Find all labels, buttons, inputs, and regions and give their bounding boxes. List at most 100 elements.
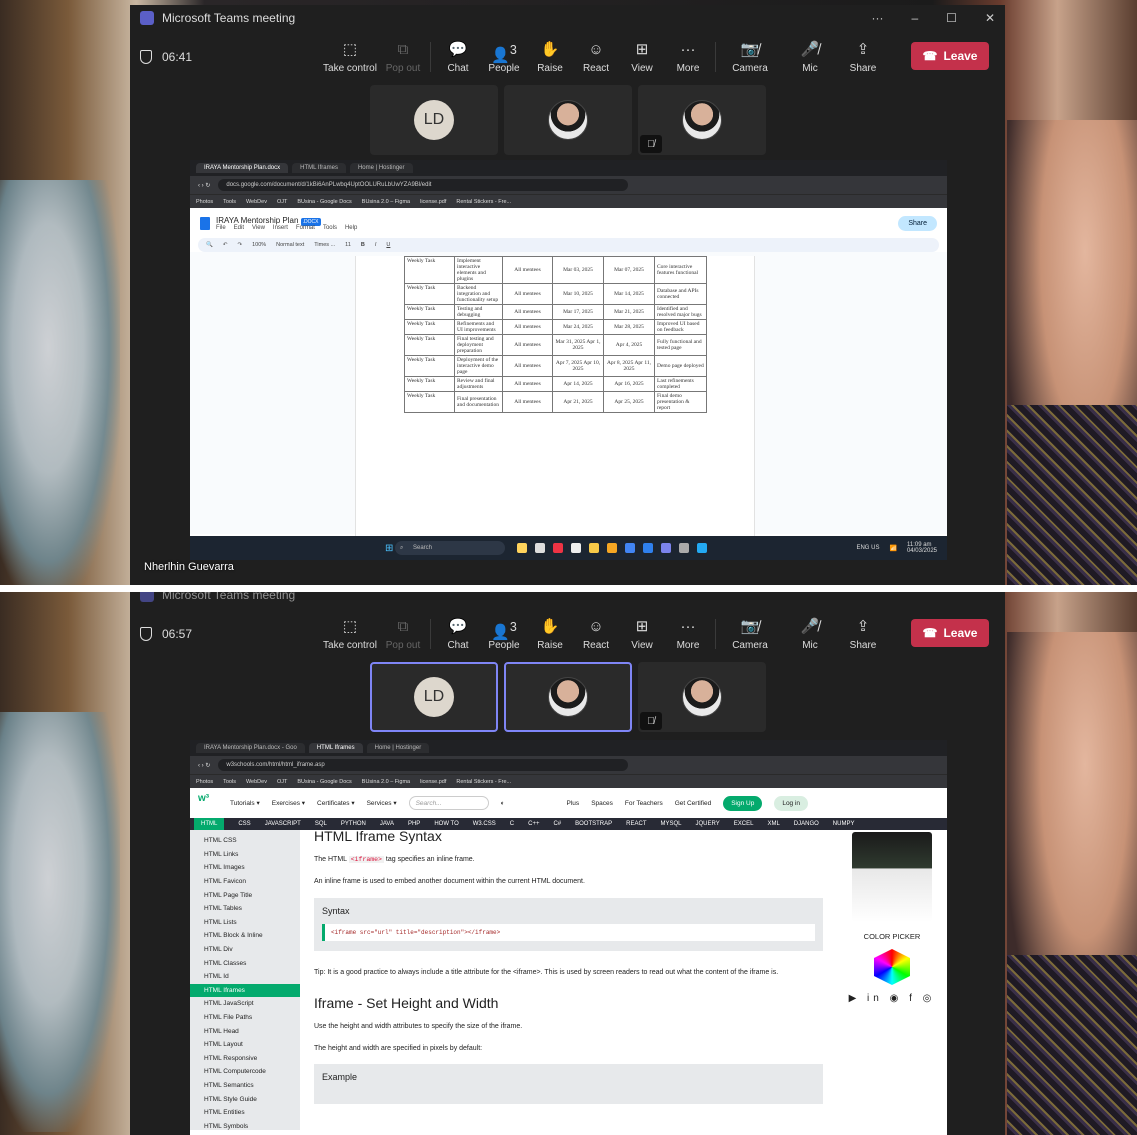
bookmark[interactable]: Tools — [223, 199, 236, 205]
table-cell[interactable]: Weekly Task — [404, 283, 455, 305]
table-cell[interactable]: Core interactive features functional — [654, 256, 707, 284]
url-bar[interactable]: docs.google.com/document/d/1kBi6AnPLwbq4… — [218, 179, 629, 191]
language-tab[interactable]: C++ — [528, 821, 539, 827]
table-cell[interactable]: Implement interactive elements and plugi… — [454, 256, 503, 284]
color-picker-icon[interactable] — [874, 949, 910, 985]
camera-button[interactable]: 📷̸ Camera — [720, 41, 780, 74]
app-icon[interactable] — [607, 543, 617, 553]
chat-button[interactable]: 💬 Chat — [435, 618, 481, 651]
table-cell[interactable]: Final demo presentation & report — [654, 391, 707, 413]
table-cell[interactable]: Weekly Task — [404, 334, 455, 356]
topnav-item[interactable]: Services ▾ — [367, 799, 397, 807]
sidebar-item[interactable]: HTML Block & Inline — [190, 929, 300, 943]
sign-up-button[interactable]: Sign Up — [723, 795, 763, 811]
table-cell[interactable]: Mar 07, 2025 — [603, 256, 655, 284]
table-cell[interactable]: Apr 14, 2025 — [552, 376, 604, 392]
topnav-item[interactable]: Tutorials ▾ — [230, 799, 260, 807]
menu-item[interactable]: Help — [345, 225, 357, 231]
table-cell[interactable]: Weekly Task — [404, 319, 455, 335]
menu-item[interactable]: Tools — [323, 225, 337, 231]
table-cell[interactable]: Weekly Task — [404, 256, 455, 284]
redo-icon[interactable]: ↷ — [237, 242, 242, 248]
browser-tab[interactable]: Home | Hostinger — [349, 163, 413, 173]
participant-tile-2[interactable] — [504, 85, 632, 155]
language-tab[interactable]: PYTHON — [341, 821, 366, 827]
participant-tile-3[interactable]: 🎙̸ — [638, 85, 766, 155]
bookmark[interactable]: Rental Stickers - Fre... — [456, 779, 511, 785]
language-tab[interactable]: REACT — [626, 821, 646, 827]
language-tab[interactable]: BOOTSTRAP — [575, 821, 612, 827]
table-cell[interactable]: Final presentation and documentation — [454, 391, 503, 413]
w3-search-input[interactable]: Search... — [408, 796, 489, 810]
table-cell[interactable]: Improved UI based on feedback — [654, 319, 707, 335]
url-bar[interactable]: w3schools.com/html/html_iframe.asp — [218, 759, 629, 771]
table-cell[interactable]: Mar 10, 2025 — [552, 283, 604, 305]
sidebar-item[interactable]: HTML Head — [190, 1024, 300, 1038]
font-select[interactable]: Times ... — [314, 242, 335, 248]
nav-arrows-icon[interactable]: ‹ › ↻ — [198, 762, 210, 769]
table-cell[interactable]: Apr 21, 2025 — [552, 391, 604, 413]
sidebar-item[interactable]: HTML Tables — [190, 902, 300, 916]
language-tab[interactable]: NUMPY — [833, 821, 855, 827]
teachers-link[interactable]: For Teachers — [625, 800, 663, 807]
more-options-button[interactable]: ··· — [871, 11, 883, 25]
log-in-button[interactable]: Log in — [774, 795, 809, 811]
topnav-item[interactable]: Certificates ▾ — [317, 799, 355, 807]
camera-button[interactable]: 📷̸ Camera — [720, 618, 780, 651]
react-button[interactable]: ☺ React — [573, 41, 619, 74]
table-cell[interactable]: All mentees — [502, 391, 553, 413]
table-cell[interactable]: Fully functional and tested page — [654, 334, 707, 356]
browser-tab[interactable]: HTML Iframes — [308, 743, 363, 753]
react-button[interactable]: ☺ React — [573, 618, 619, 651]
sidebar-item[interactable]: HTML Symbols — [190, 1119, 300, 1133]
app-icon[interactable] — [571, 543, 581, 553]
app-icon[interactable] — [517, 543, 527, 553]
bookmark[interactable]: WebDev — [246, 199, 267, 205]
sidebar-item[interactable]: HTML Layout — [190, 1038, 300, 1052]
bookmark[interactable]: BUsina 2.0 – Figma — [362, 779, 410, 785]
table-cell[interactable]: All mentees — [502, 355, 553, 377]
nav-arrows-icon[interactable]: ‹ › ↻ — [198, 182, 210, 189]
table-cell[interactable]: Mar 21, 2025 — [603, 304, 655, 320]
maximize-button[interactable]: ☐ — [946, 11, 957, 25]
table-cell[interactable]: Weekly Task — [404, 391, 455, 413]
bookmark[interactable]: BUsina - Google Docs — [297, 199, 351, 205]
sidebar-item[interactable]: HTML Div — [190, 943, 300, 957]
table-cell[interactable]: Weekly Task — [404, 304, 455, 320]
app-icon[interactable] — [535, 543, 545, 553]
app-icon[interactable] — [697, 543, 707, 553]
app-icon[interactable] — [553, 543, 563, 553]
sidebar-item[interactable]: HTML Iframes — [190, 983, 300, 998]
zoom-select[interactable]: 100% — [252, 242, 266, 248]
table-cell[interactable]: All mentees — [502, 304, 553, 320]
browser-tab[interactable]: IRAYA Mentorship Plan.docx - Goo — [196, 743, 305, 753]
chat-button[interactable]: 💬 Chat — [435, 41, 481, 74]
lang-indicator[interactable]: ENG US — [856, 545, 879, 551]
certified-link[interactable]: Get Certified — [675, 800, 712, 807]
language-tab[interactable]: DJANGO — [794, 821, 819, 827]
sidebar-item[interactable]: HTML Entities — [190, 1106, 300, 1120]
language-tab[interactable]: SQL — [315, 821, 327, 827]
sidebar-item[interactable]: HTML Classes — [190, 956, 300, 970]
close-button[interactable]: ✕ — [985, 11, 995, 25]
menu-item[interactable]: Edit — [234, 225, 244, 231]
menu-item[interactable]: Insert — [273, 225, 288, 231]
table-cell[interactable]: All mentees — [502, 376, 553, 392]
mic-button[interactable]: 🎤̸ Mic — [780, 41, 840, 74]
table-cell[interactable]: Last refinements completed — [654, 376, 707, 392]
italic-icon[interactable]: I — [375, 242, 377, 248]
sidebar-item[interactable]: HTML Page Title — [190, 888, 300, 902]
raise-hand-button[interactable]: ✋ Raise — [527, 41, 573, 74]
app-icon[interactable] — [661, 543, 671, 553]
table-cell[interactable]: Refinements and UI improvements — [454, 319, 503, 335]
bookmark[interactable]: Tools — [223, 779, 236, 785]
style-select[interactable]: Normal text — [276, 242, 304, 248]
table-cell[interactable]: All mentees — [502, 319, 553, 335]
participant-tile-ld[interactable]: LD — [370, 85, 498, 155]
language-tab[interactable]: HTML — [194, 818, 225, 830]
language-tab[interactable]: JAVA — [380, 821, 394, 827]
table-cell[interactable]: Mar 24, 2025 — [552, 319, 604, 335]
bookmark[interactable]: Rental Stickers - Fre... — [456, 199, 511, 205]
sidebar-item[interactable]: HTML Computercode — [190, 1065, 300, 1079]
take-control-button[interactable]: ⬚ Take control — [320, 41, 380, 74]
